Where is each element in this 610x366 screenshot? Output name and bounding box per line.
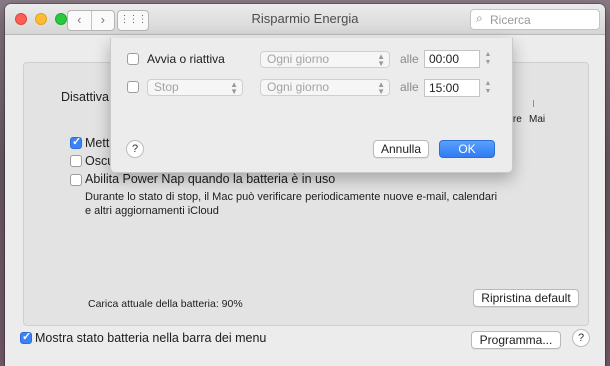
sheet-help-button[interactable]: ? [126,140,144,158]
cancel-button[interactable]: Annulla [373,140,429,158]
wake-day-value: Ogni giorno [267,52,330,66]
stop-action-select[interactable]: Stop ▲ ▼ [147,79,243,96]
battery-charge-text: Carica attuale della batteria: 90% [88,298,243,310]
restore-defaults-button[interactable]: Ripristina default [473,289,579,307]
ok-button[interactable]: OK [439,140,495,158]
chevron-updown-icon: ▲ ▼ [377,80,385,96]
wake-at-label: alle [400,52,419,66]
wake-day-select[interactable]: Ogni giorno ▲ ▼ [260,51,390,68]
search-field[interactable]: ⌕ Ricerca [470,9,600,30]
tick-label-never: Mai [529,114,546,125]
stop-day-select[interactable]: Ogni giorno ▲ ▼ [260,79,390,96]
stop-time-stepper[interactable]: ▲ ▼ [483,79,493,97]
power-nap-description: Durante lo stato di stop, il Mac può ver… [85,191,498,217]
option-1-checkbox[interactable] [70,135,82,149]
stop-at-label: alle [400,80,419,94]
stop-checkbox[interactable] [127,81,139,93]
search-placeholder: Ricerca [490,13,531,27]
slider-tick [533,100,534,107]
power-nap-label: Abilita Power Nap quando la batteria è i… [85,172,336,186]
option-2-checkbox[interactable] [70,155,82,167]
stop-day-value: Ogni giorno [267,80,330,94]
stop-action-value: Stop [154,80,179,94]
schedule-button[interactable]: Programma... [471,331,561,349]
search-icon: ⌕ [476,11,483,25]
power-nap-checkbox[interactable] [70,174,82,186]
title-bar: ‹ › ⋮⋮⋮ Risparmio Energia ⌕ Ricerca [5,4,605,35]
show-battery-label: Mostra stato batteria nella barra dei me… [35,331,267,345]
wake-label: Avvia o riattiva [147,52,225,66]
stop-time-field[interactable]: 15:00 [424,79,480,97]
chevron-updown-icon: ▲ ▼ [230,80,238,96]
wake-time-field[interactable]: 00:00 [424,50,480,68]
show-battery-checkbox[interactable] [20,330,32,344]
schedule-sheet: Avvia o riattiva Ogni giorno ▲ ▼ alle 00:… [110,38,513,173]
wake-time-stepper[interactable]: ▲ ▼ [483,50,493,68]
sleep-slider-label: Disattiva [61,90,109,104]
preferences-window: ‹ › ⋮⋮⋮ Risparmio Energia ⌕ Ricerca Disa… [5,4,605,366]
help-button[interactable]: ? [572,329,590,347]
wake-checkbox[interactable] [127,53,139,65]
chevron-updown-icon: ▲ ▼ [377,52,385,68]
option-1-label: Mett [85,136,110,150]
